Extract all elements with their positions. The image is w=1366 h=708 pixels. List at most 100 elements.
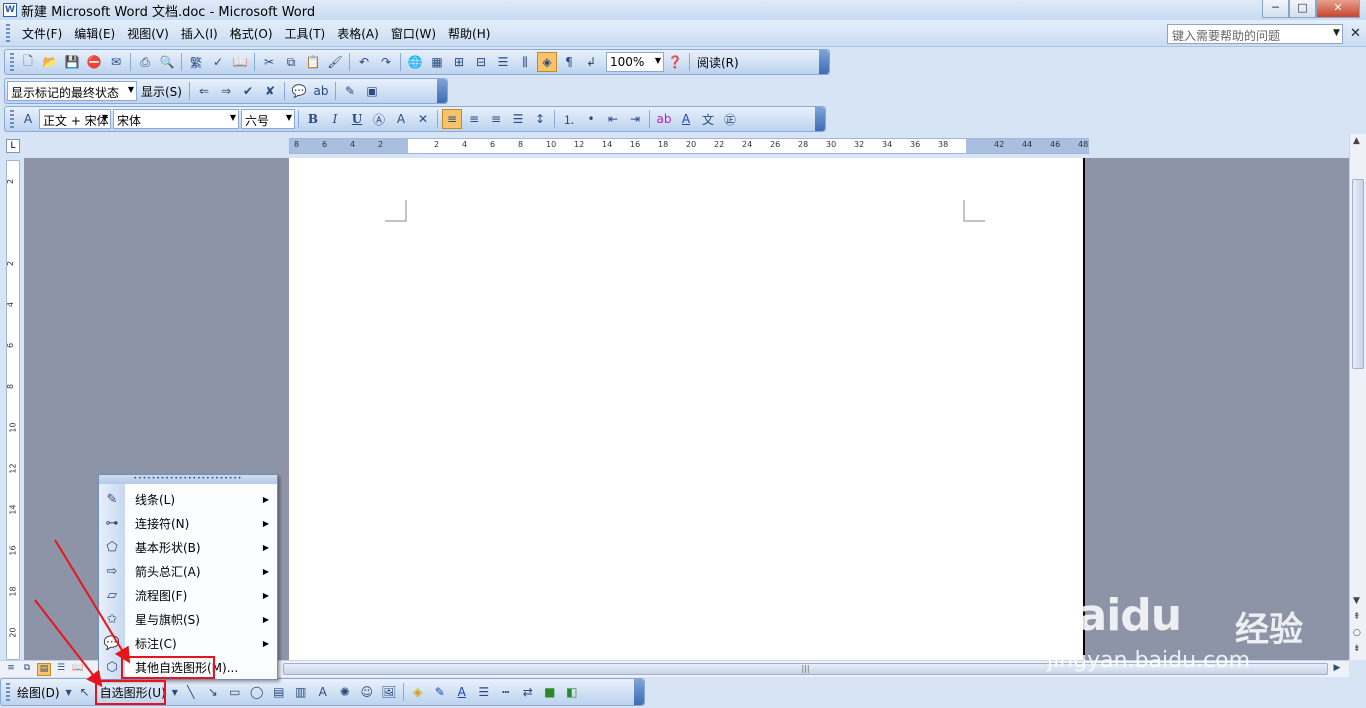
insert-table-icon[interactable]: ⊞	[449, 52, 469, 72]
print-layout-icon[interactable]: ▤	[37, 663, 51, 676]
bold-button[interactable]: B	[303, 109, 323, 129]
paste-icon[interactable]: 📋	[303, 52, 323, 72]
toolbar-options-icon[interactable]	[634, 679, 644, 705]
autoshapes-menu-item[interactable]: ✎ 线条(L) ▶	[99, 487, 277, 511]
font-color-icon[interactable]: A	[676, 109, 696, 129]
toolbar-options-icon[interactable]	[815, 107, 825, 131]
clip-art-icon[interactable]: ☺	[357, 682, 377, 702]
text-box-icon[interactable]: ▤	[269, 682, 289, 702]
format-painter-icon[interactable]: 🖌	[325, 52, 345, 72]
columns-icon[interactable]: ☰	[493, 52, 513, 72]
line-color-icon[interactable]: ✎	[430, 682, 450, 702]
pilcrow-icon[interactable]: ↲	[581, 52, 601, 72]
scroll-thumb[interactable]	[1352, 179, 1364, 369]
arrow-style-icon[interactable]: ⇄	[518, 682, 538, 702]
browse-object-icon[interactable]: ○	[1353, 628, 1361, 638]
toolbar-grip[interactable]	[6, 683, 10, 701]
toolbar-grip[interactable]	[10, 110, 14, 128]
menu-insert[interactable]: 插入(I)	[175, 23, 224, 44]
autoshapes-menu-item[interactable]: ▱ 流程图(F) ▶	[99, 583, 277, 607]
accept-change-icon[interactable]: ✔	[238, 81, 258, 101]
oval-tool-icon[interactable]: ◯	[247, 682, 267, 702]
autoshapes-menu-item[interactable]: ⊶ 连接符(N) ▶	[99, 511, 277, 535]
underline-button[interactable]: U	[347, 109, 367, 129]
document-map-icon[interactable]: ◈	[537, 52, 557, 72]
autoshapes-menu-item[interactable]: ✩ 星与旗帜(S) ▶	[99, 607, 277, 631]
close-button[interactable]: ✕	[1316, 0, 1360, 18]
cut-icon[interactable]: ✂	[259, 52, 279, 72]
shadow-style-icon[interactable]: ■	[540, 682, 560, 702]
toolbar-options-icon[interactable]	[819, 50, 829, 74]
align-right-icon[interactable]: ≡	[486, 109, 506, 129]
autoshapes-menu-item[interactable]: ⇨ 箭头总汇(A) ▶	[99, 559, 277, 583]
rectangle-tool-icon[interactable]: ▭	[225, 682, 245, 702]
menu-drag-handle[interactable]: ••••••••••••••••••••••••	[99, 475, 277, 484]
reviewing-pane-icon[interactable]: ▣	[362, 81, 382, 101]
distributed-align-icon[interactable]: ☰	[508, 109, 528, 129]
scroll-up-icon[interactable]: ▲	[1353, 136, 1360, 146]
line-style-icon[interactable]: ☰	[474, 682, 494, 702]
italic-button[interactable]: I	[325, 109, 345, 129]
bullets-icon[interactable]: •	[581, 109, 601, 129]
spelling-icon[interactable]: ✓	[208, 52, 228, 72]
line-tool-icon[interactable]: ╲	[181, 682, 201, 702]
increase-indent-icon[interactable]: ⇥	[625, 109, 645, 129]
track-changes-icon[interactable]: ✎	[340, 81, 360, 101]
normal-view-icon[interactable]: ≡	[4, 663, 18, 676]
insert-excel-icon[interactable]: ⊟	[471, 52, 491, 72]
previous-change-icon[interactable]: ⇐	[194, 81, 214, 101]
help-dropdown-arrow[interactable]: ▼	[1333, 28, 1340, 38]
font-color-icon[interactable]: A	[452, 682, 472, 702]
show-hide-icon[interactable]: ¶	[559, 52, 579, 72]
insert-picture-icon[interactable]: 🖼	[379, 682, 399, 702]
menu-format[interactable]: 格式(O)	[224, 23, 279, 44]
menubar-grip[interactable]	[6, 24, 10, 42]
3d-style-icon[interactable]: ◧	[562, 682, 582, 702]
next-page-icon[interactable]: ⇟	[1353, 644, 1361, 654]
decrease-indent-icon[interactable]: ⇤	[603, 109, 623, 129]
arrow-tool-icon[interactable]: ↘	[203, 682, 223, 702]
document-page[interactable]	[289, 158, 1085, 660]
permission-icon[interactable]: ⛔	[84, 52, 104, 72]
char-scale-icon[interactable]: ✕	[413, 109, 433, 129]
menu-tools[interactable]: 工具(T)	[279, 23, 332, 44]
font-dropdown[interactable]: 宋体 ▼	[113, 109, 239, 129]
maximize-button[interactable]: □	[1289, 0, 1316, 18]
highlight-icon[interactable]: ab	[311, 81, 331, 101]
tables-borders-icon[interactable]: ▦	[427, 52, 447, 72]
hyperlink-icon[interactable]: 🌐	[405, 52, 425, 72]
open-folder-icon[interactable]: 📂	[40, 52, 60, 72]
draw-menu-button[interactable]: 绘图(D)	[13, 684, 64, 701]
read-mode-button[interactable]: 阅读(R)	[693, 54, 743, 71]
tab-selector-icon[interactable]: L	[6, 139, 20, 153]
align-center-icon[interactable]: ≡	[464, 109, 484, 129]
help-search-input[interactable]: 键入需要帮助的问题	[1167, 24, 1343, 44]
print-preview-icon[interactable]: 🔍	[157, 52, 177, 72]
copy-icon[interactable]: ⧉	[281, 52, 301, 72]
autoshapes-menu-item[interactable]: ⬠ 基本形状(B) ▶	[99, 535, 277, 559]
styles-formatting-icon[interactable]: A	[18, 109, 38, 129]
menu-table[interactable]: 表格(A)	[331, 23, 385, 44]
new-document-icon[interactable]: 🗋	[18, 52, 38, 72]
minimize-button[interactable]: ─	[1262, 0, 1289, 18]
fill-color-icon[interactable]: ◈	[408, 682, 428, 702]
vertical-scrollbar[interactable]: ▲ ▼ ⇞ ○ ⇟	[1349, 134, 1366, 660]
menu-view[interactable]: 视图(V)	[121, 23, 175, 44]
save-icon[interactable]: 💾	[62, 52, 82, 72]
phonetic-guide-icon[interactable]: 文	[698, 109, 718, 129]
research-icon[interactable]: 繁	[186, 52, 206, 72]
char-shading-icon[interactable]: A	[391, 109, 411, 129]
menu-edit[interactable]: 编辑(E)	[68, 23, 121, 44]
enclose-characters-icon[interactable]: ㊣	[720, 109, 740, 129]
diagram-icon[interactable]: ✺	[335, 682, 355, 702]
menu-window[interactable]: 窗口(W)	[385, 23, 442, 44]
next-change-icon[interactable]: ⇒	[216, 81, 236, 101]
wordart-icon[interactable]: A	[313, 682, 333, 702]
autoshapes-menu-item[interactable]: 💬 标注(C) ▶	[99, 631, 277, 655]
document-close-icon[interactable]: ✕	[1350, 26, 1361, 41]
select-objects-icon[interactable]: ↖	[75, 682, 95, 702]
toolbar-options-icon[interactable]	[437, 79, 447, 103]
redo-icon[interactable]: ↷	[376, 52, 396, 72]
char-border-icon[interactable]: Ⓐ	[369, 109, 389, 129]
undo-icon[interactable]: ↶	[354, 52, 374, 72]
